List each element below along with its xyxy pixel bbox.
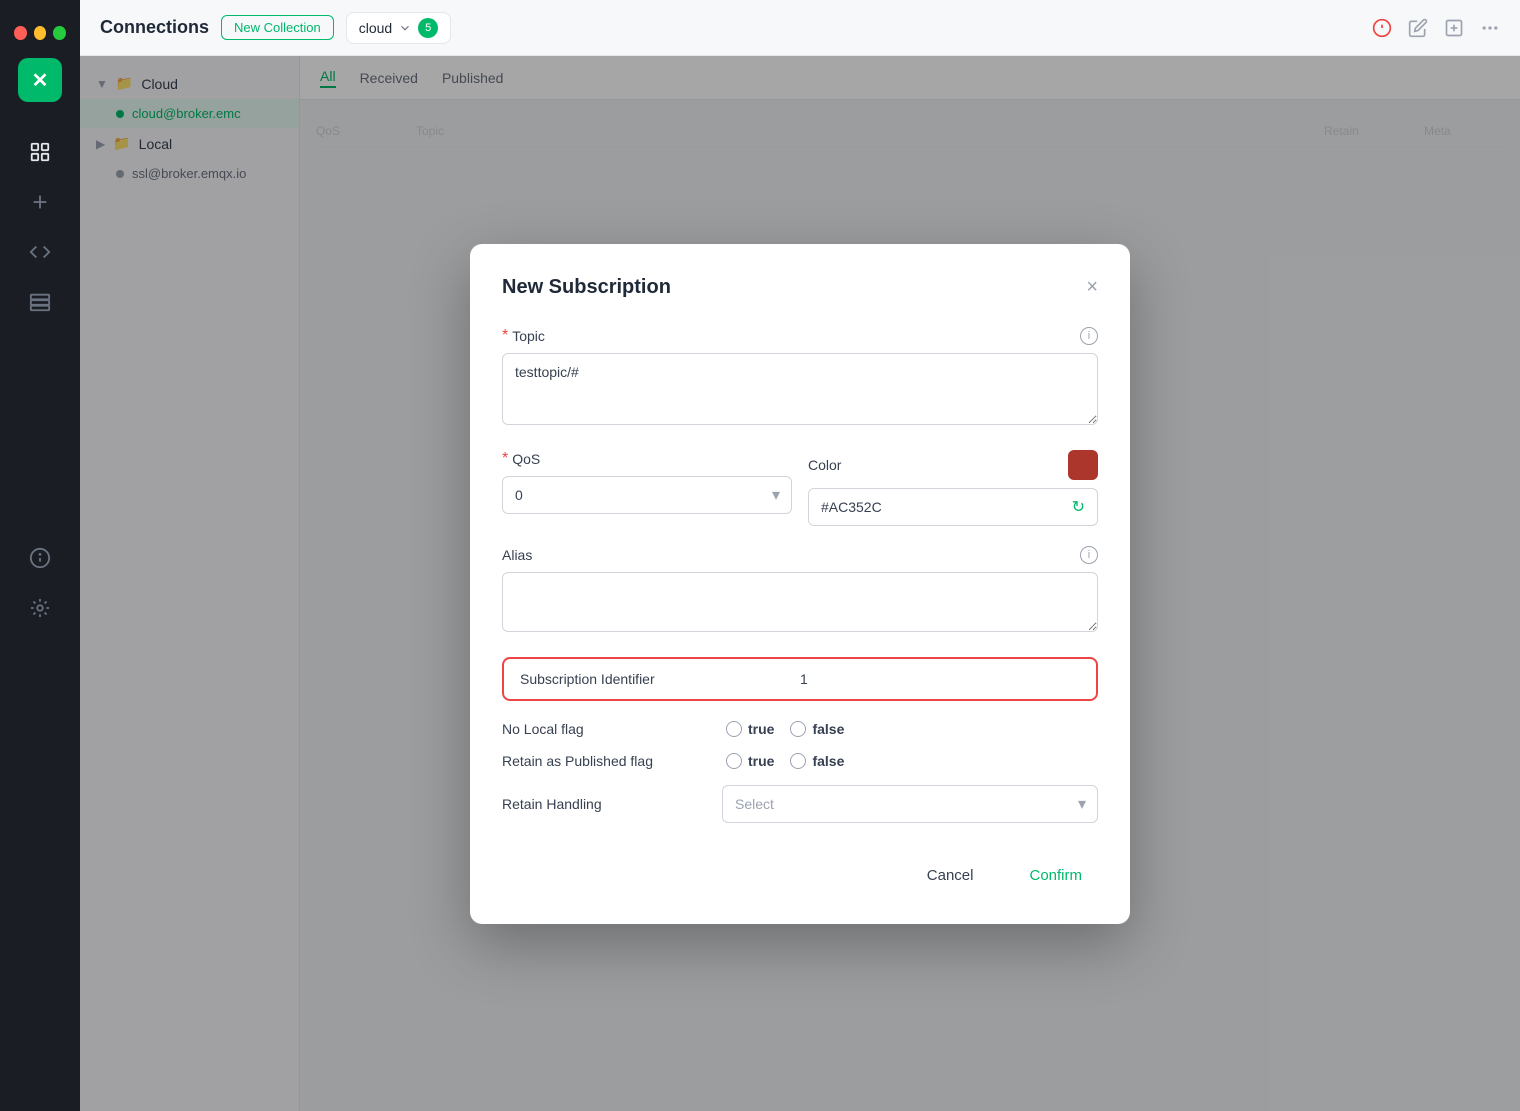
color-swatch-preview[interactable] (1068, 450, 1098, 480)
no-local-false-label: false (812, 721, 844, 737)
color-field: Color ↻ (808, 450, 1098, 526)
qos-field: * QoS 0 1 2 ▾ (502, 450, 792, 526)
chevron-down-icon (398, 21, 412, 35)
topic-label: Topic (512, 328, 545, 344)
sidebar: ✕ (0, 0, 80, 1111)
topbar: Connections New Collection cloud 5 (80, 0, 1520, 56)
no-local-true-radio[interactable] (726, 721, 742, 737)
power-icon[interactable] (1372, 18, 1392, 38)
color-refresh-icon[interactable]: ↻ (1060, 497, 1097, 517)
color-text-input[interactable] (809, 489, 1060, 525)
retain-published-false-radio[interactable] (790, 753, 806, 769)
qos-select[interactable]: 0 1 2 (502, 476, 792, 514)
retain-published-true-label: true (748, 753, 774, 769)
sidebar-nav (18, 118, 62, 642)
body-split: ▼ 📁 Cloud cloud@broker.emc ▶ 📁 Local (80, 56, 1520, 1111)
sidebar-item-add[interactable] (18, 180, 62, 224)
qos-select-wrapper: 0 1 2 ▾ (502, 476, 792, 514)
no-local-true-label: true (748, 721, 774, 737)
qos-label: QoS (512, 451, 540, 467)
sidebar-item-storage[interactable] (18, 280, 62, 324)
retain-handling-select[interactable]: Select 0 1 2 (722, 785, 1098, 823)
retain-as-published-row: Retain as Published flag true false (502, 753, 1098, 769)
sidebar-item-code[interactable] (18, 230, 62, 274)
modal-close-button[interactable]: × (1086, 277, 1098, 297)
alias-label: Alias (502, 547, 532, 563)
edit-icon[interactable] (1408, 18, 1428, 38)
app-logo: ✕ (18, 58, 62, 102)
retain-published-false-option[interactable]: false (790, 753, 844, 769)
no-local-false-radio[interactable] (790, 721, 806, 737)
alias-label-row: Alias i (502, 546, 1098, 564)
no-local-flag-group: true false (726, 721, 844, 737)
qos-color-row: * QoS 0 1 2 ▾ (502, 450, 1098, 526)
retain-handling-label: Retain Handling (502, 796, 722, 812)
topic-label-row: * Topic i (502, 327, 1098, 345)
no-local-flag-row: No Local flag true false (502, 721, 1098, 737)
sidebar-item-info[interactable] (18, 536, 62, 580)
sidebar-item-connections[interactable] (18, 130, 62, 174)
traffic-light-red[interactable] (14, 26, 27, 40)
alias-field-row: Alias i (502, 546, 1098, 637)
new-subscription-modal: New Subscription × * Topic i testtopic/# (470, 244, 1130, 924)
topic-field-row: * Topic i testtopic/# (502, 327, 1098, 430)
more-icon[interactable] (1480, 18, 1500, 38)
sidebar-item-settings[interactable] (18, 586, 62, 630)
no-local-flag-label: No Local flag (502, 721, 702, 737)
cloud-tab[interactable]: cloud 5 (346, 12, 451, 44)
modal-title: New Subscription (502, 276, 671, 299)
subscription-identifier-label: Subscription Identifier (520, 671, 800, 687)
tab-badge: 5 (418, 18, 438, 38)
app-window: ✕ Connections (0, 0, 1520, 1111)
modal-overlay: New Subscription × * Topic i testtopic/# (80, 56, 1520, 1111)
subscription-identifier-row: Subscription Identifier (502, 657, 1098, 701)
color-label: Color (808, 457, 841, 473)
retain-handling-row: Retain Handling Select 0 1 2 ▾ (502, 785, 1098, 823)
alias-info-icon[interactable]: i (1080, 546, 1098, 564)
sidebar-top (0, 0, 80, 50)
main-area: Connections New Collection cloud 5 ▼ (80, 0, 1520, 1111)
topic-info-icon[interactable]: i (1080, 327, 1098, 345)
subscription-identifier-input[interactable] (800, 671, 1080, 687)
cancel-button[interactable]: Cancel (911, 859, 990, 892)
cloud-tab-label: cloud (359, 20, 392, 36)
confirm-button[interactable]: Confirm (1013, 859, 1098, 892)
retain-handling-select-wrapper: Select 0 1 2 ▾ (722, 785, 1098, 823)
topic-required-star: * (502, 327, 508, 345)
qos-required-star: * (502, 450, 508, 468)
new-collection-button[interactable]: New Collection (221, 15, 334, 40)
traffic-light-yellow[interactable] (34, 26, 47, 40)
topbar-title: Connections (100, 17, 209, 38)
topic-label-group: * Topic (502, 327, 545, 345)
traffic-lights (0, 16, 80, 50)
color-input-row: ↻ (808, 488, 1098, 526)
no-local-false-option[interactable]: false (790, 721, 844, 737)
add-tab-icon[interactable] (1444, 18, 1464, 38)
topbar-actions (1372, 18, 1500, 38)
qos-label-group: * QoS (502, 450, 792, 468)
color-label-row: Color (808, 450, 1098, 480)
retain-published-false-label: false (812, 753, 844, 769)
modal-header: New Subscription × (502, 276, 1098, 299)
topic-input[interactable]: testtopic/# (502, 353, 1098, 425)
alias-input[interactable] (502, 572, 1098, 632)
retain-published-true-radio[interactable] (726, 753, 742, 769)
modal-footer: Cancel Confirm (502, 851, 1098, 892)
retain-as-published-label: Retain as Published flag (502, 753, 702, 769)
no-local-true-option[interactable]: true (726, 721, 774, 737)
traffic-light-green[interactable] (53, 26, 66, 40)
retain-published-true-option[interactable]: true (726, 753, 774, 769)
retain-as-published-group: true false (726, 753, 844, 769)
